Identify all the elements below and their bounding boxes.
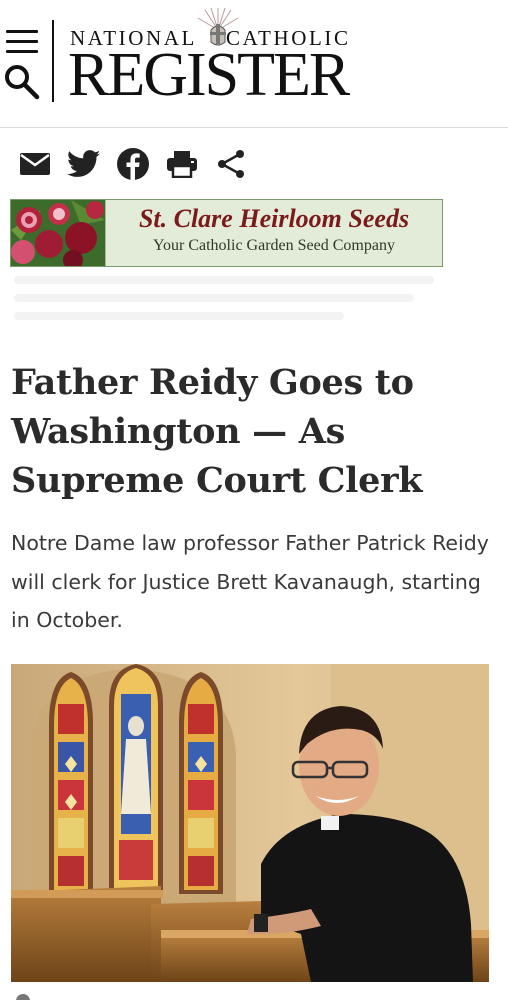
article-headline: Father Reidy Goes to Washington — As Sup… bbox=[11, 362, 423, 501]
facebook-icon[interactable] bbox=[114, 145, 152, 183]
header-divider bbox=[52, 20, 54, 102]
article-dek: Notre Dame law professor Father Patrick … bbox=[11, 531, 489, 632]
hamburger-menu-icon[interactable] bbox=[6, 30, 40, 56]
share-icon[interactable] bbox=[212, 145, 250, 183]
ad-subtitle: Your Catholic Garden Seed Company bbox=[153, 237, 395, 254]
ad-text-block: St. Clare Heirloom Seeds Your Catholic G… bbox=[105, 200, 442, 266]
search-icon[interactable] bbox=[4, 64, 40, 100]
email-icon[interactable] bbox=[16, 145, 54, 183]
share-bar bbox=[16, 145, 261, 183]
twitter-icon[interactable] bbox=[65, 145, 103, 183]
ad-banner-st-clare-seeds[interactable]: St. Clare Heirloom Seeds Your Catholic G… bbox=[10, 199, 443, 267]
print-icon[interactable] bbox=[163, 145, 201, 183]
ad-vegetables-image bbox=[11, 200, 105, 266]
site-logo[interactable]: NATIONAL CATHOLIC REGISTER bbox=[68, 8, 388, 108]
article-hero-photo[interactable] bbox=[11, 664, 489, 982]
ad-title: St. Clare Heirloom Seeds bbox=[138, 204, 410, 233]
logo-register-text: REGISTER bbox=[68, 41, 350, 109]
site-header: NATIONAL CATHOLIC REGISTER bbox=[0, 0, 508, 128]
faded-placeholder bbox=[14, 276, 444, 336]
author-avatar-partial bbox=[16, 994, 30, 1000]
